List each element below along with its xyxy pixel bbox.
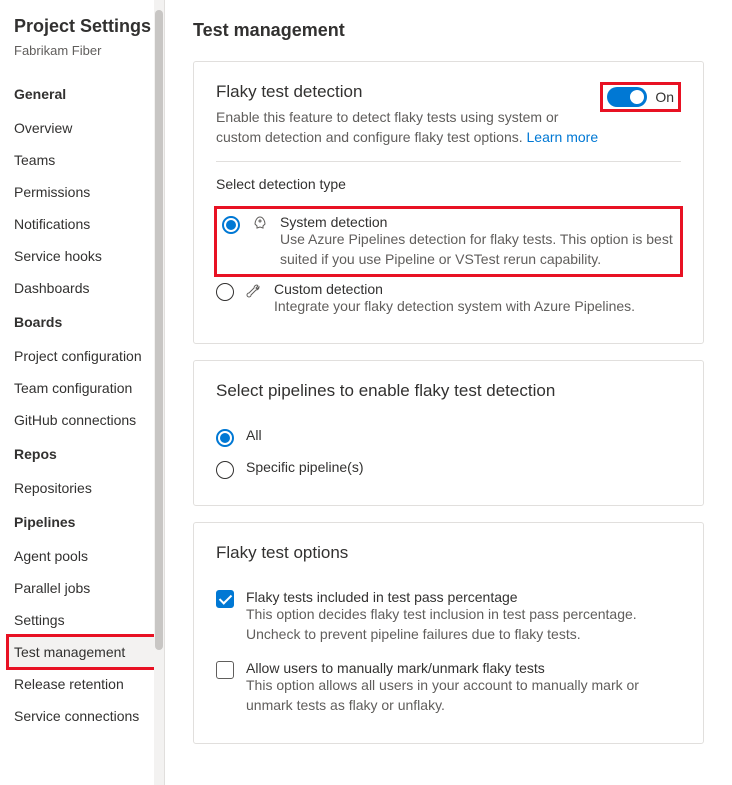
sidebar-item-parallel-jobs[interactable]: Parallel jobs [8, 572, 164, 604]
sidebar: Project Settings Fabrikam Fiber GeneralO… [0, 0, 165, 785]
system-detection-option[interactable]: System detection Use Azure Pipelines det… [216, 208, 681, 275]
sidebar-item-repositories[interactable]: Repositories [8, 472, 164, 504]
system-detection-desc: Use Azure Pipelines detection for flaky … [280, 230, 675, 269]
wrench-icon [246, 283, 262, 299]
sidebar-item-github-connections[interactable]: GitHub connections [8, 404, 164, 436]
opt1-checkbox[interactable] [216, 590, 234, 608]
main-content: Test management Flaky test detection Ena… [165, 0, 732, 785]
opt1-desc: This option decides flaky test inclusion… [246, 605, 681, 644]
options-title: Flaky test options [216, 543, 681, 563]
sidebar-item-team-configuration[interactable]: Team configuration [8, 372, 164, 404]
system-detection-title: System detection [280, 214, 675, 230]
sidebar-item-service-hooks[interactable]: Service hooks [8, 240, 164, 272]
learn-more-link[interactable]: Learn more [527, 129, 599, 145]
sidebar-item-permissions[interactable]: Permissions [8, 176, 164, 208]
sidebar-item-service-connections[interactable]: Service connections [8, 700, 164, 732]
pipelines-specific-label: Specific pipeline(s) [246, 459, 364, 475]
sidebar-item-agent-pools[interactable]: Agent pools [8, 540, 164, 572]
flaky-description: Enable this feature to detect flaky test… [216, 108, 600, 147]
opt2-title: Allow users to manually mark/unmark flak… [246, 660, 681, 676]
flaky-title: Flaky test detection [216, 82, 600, 102]
scrollbar-track[interactable] [154, 0, 164, 785]
sidebar-item-project-configuration[interactable]: Project configuration [8, 340, 164, 372]
sidebar-title: Project Settings [8, 16, 164, 37]
pipelines-specific-option[interactable]: Specific pipeline(s) [216, 453, 681, 485]
sidebar-group-header[interactable]: Boards [8, 304, 164, 340]
pipelines-card: Select pipelines to enable flaky test de… [193, 360, 704, 506]
toggle-label: On [655, 89, 674, 105]
pipelines-all-option[interactable]: All [216, 421, 681, 453]
opt1-title: Flaky tests included in test pass percen… [246, 589, 681, 605]
sidebar-item-overview[interactable]: Overview [8, 112, 164, 144]
system-detection-radio[interactable] [222, 216, 240, 234]
page-title: Test management [193, 20, 704, 41]
flaky-toggle[interactable] [607, 87, 647, 107]
sidebar-group-header[interactable]: Pipelines [8, 504, 164, 540]
custom-detection-option[interactable]: Custom detection Integrate your flaky de… [216, 275, 681, 323]
pipelines-all-radio[interactable] [216, 429, 234, 447]
pipelines-all-label: All [246, 427, 262, 443]
custom-detection-desc: Integrate your flaky detection system wi… [274, 297, 681, 317]
pipelines-title: Select pipelines to enable flaky test de… [216, 381, 681, 401]
opt2-row[interactable]: Allow users to manually mark/unmark flak… [216, 652, 681, 723]
sidebar-item-dashboards[interactable]: Dashboards [8, 272, 164, 304]
custom-detection-radio[interactable] [216, 283, 234, 301]
sidebar-item-notifications[interactable]: Notifications [8, 208, 164, 240]
detection-type-header: Select detection type [216, 176, 681, 192]
sidebar-group-header[interactable]: Repos [8, 436, 164, 472]
custom-detection-title: Custom detection [274, 281, 681, 297]
opt2-checkbox[interactable] [216, 661, 234, 679]
sidebar-item-teams[interactable]: Teams [8, 144, 164, 176]
flaky-options-card: Flaky test options Flaky tests included … [193, 522, 704, 744]
sidebar-group-header[interactable]: General [8, 76, 164, 112]
pipelines-specific-radio[interactable] [216, 461, 234, 479]
opt2-desc: This option allows all users in your acc… [246, 676, 681, 715]
sidebar-subtitle: Fabrikam Fiber [8, 43, 164, 58]
flaky-toggle-wrap: On [600, 82, 681, 112]
sidebar-item-settings[interactable]: Settings [8, 604, 164, 636]
rocket-icon [252, 216, 268, 232]
opt1-row[interactable]: Flaky tests included in test pass percen… [216, 581, 681, 652]
flaky-detection-card: Flaky test detection Enable this feature… [193, 61, 704, 344]
scrollbar-thumb[interactable] [155, 10, 163, 650]
sidebar-item-test-management[interactable]: Test management [8, 636, 164, 668]
sidebar-item-release-retention[interactable]: Release retention [8, 668, 164, 700]
